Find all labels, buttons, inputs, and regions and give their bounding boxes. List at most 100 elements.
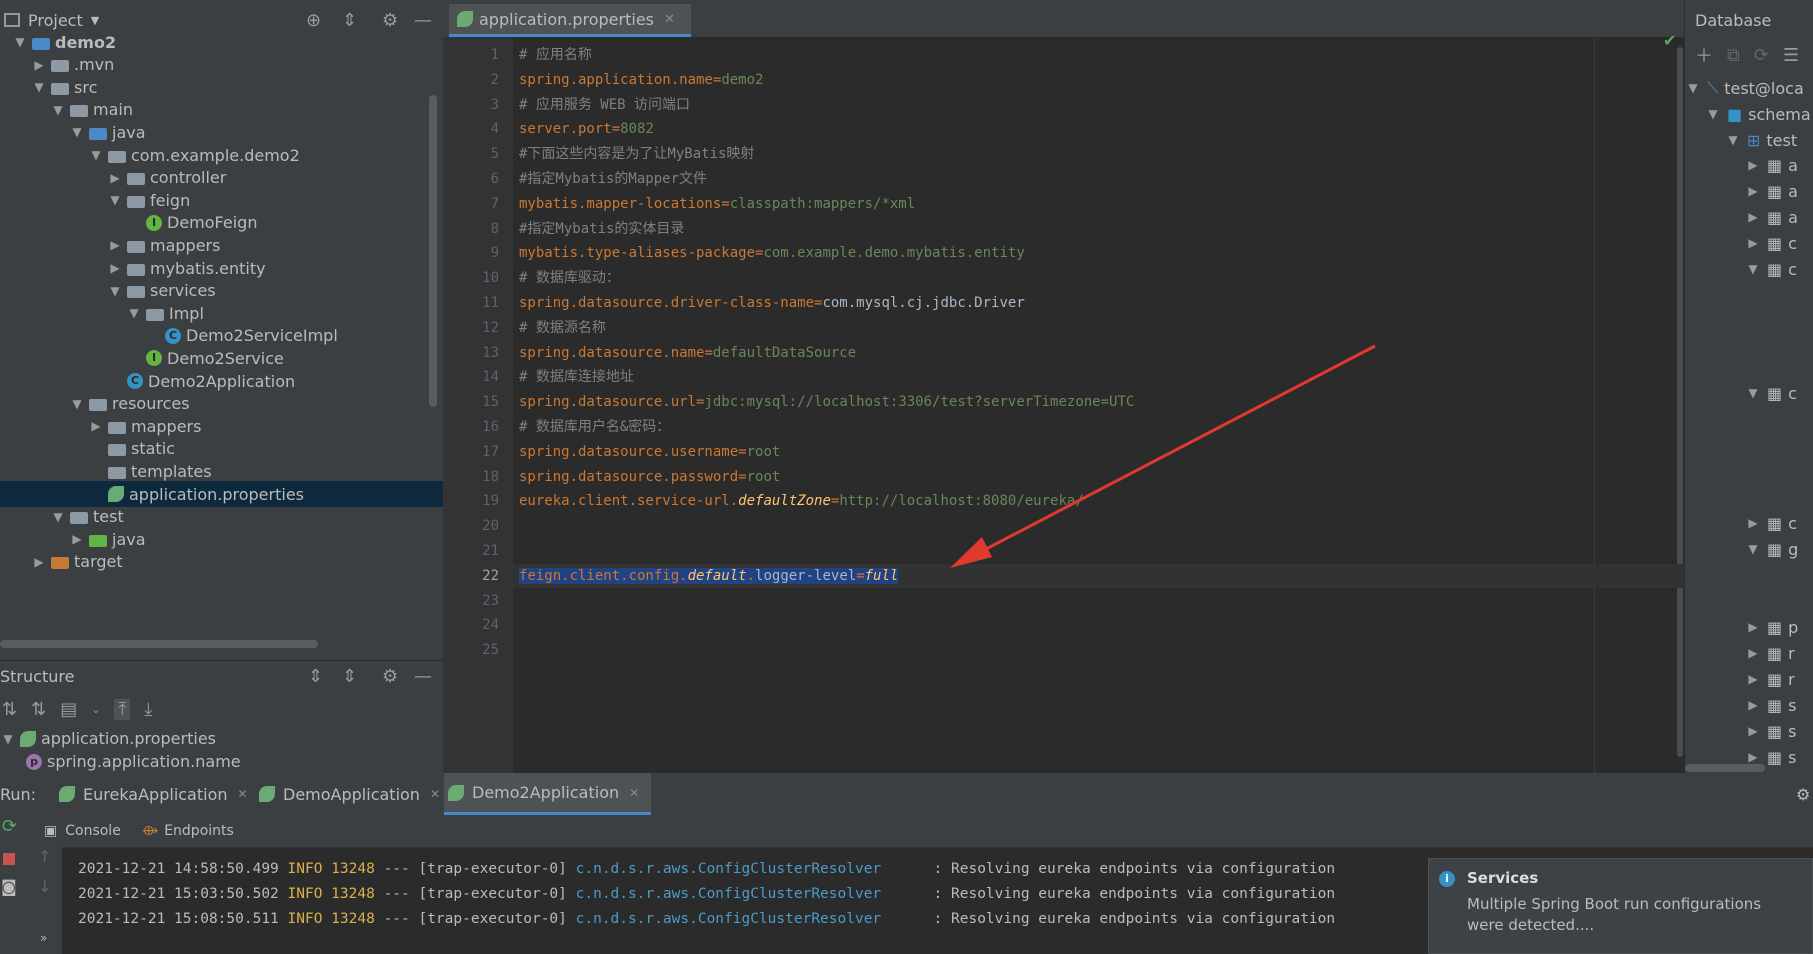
refresh-icon[interactable]: ⟳ [1754, 45, 1769, 66]
table-icon: ▦ [1767, 747, 1783, 767]
spring-boot-icon [259, 786, 275, 802]
console-icon: ▣ [44, 823, 58, 839]
chevron-right-icon[interactable]: ▶ [1745, 750, 1761, 764]
db-item-label: c [1788, 513, 1797, 533]
settings-icon[interactable]: ⚙ [1796, 785, 1810, 804]
db-table[interactable]: ▼ ▦ c [1685, 380, 1813, 406]
close-icon[interactable]: ✕ [430, 787, 440, 801]
chevron-right-icon[interactable]: ▶ [1745, 672, 1761, 686]
run-tab[interactable]: DemoApplication ✕ [255, 773, 452, 815]
run-label: Run: [0, 784, 37, 804]
chevron-down-icon[interactable]: ▼ [1705, 107, 1721, 121]
filter-icon[interactable]: ☰ [1783, 45, 1799, 66]
db-table[interactable]: ▶ ▦ p [1685, 614, 1813, 640]
chevron-right-icon[interactable]: ▶ [1745, 184, 1761, 198]
log-token: c.n.d.s.r.aws.ConfigClusterResolver [575, 911, 882, 927]
chevron-down-icon[interactable]: ▼ [1745, 262, 1761, 276]
run-tabs: Run: EurekaApplication ✕ DemoApplication ✕ D… [0, 773, 1813, 815]
log-token: 13248 [331, 886, 375, 902]
run-subtabs: ▣ Console ⟴ Endpoints [0, 815, 1813, 848]
chevron-right-icon[interactable]: ▶ [1745, 620, 1761, 634]
chevron-right-icon[interactable]: ▶ [1745, 516, 1761, 530]
endpoints-icon: ⟴ [142, 823, 159, 839]
db-table[interactable]: ▶ ▦ a [1685, 152, 1813, 178]
log-token: --- [trap-executor-0] [374, 886, 576, 902]
stop-icon[interactable] [3, 853, 15, 865]
table-icon: ▦ [1767, 233, 1783, 253]
notification-text-2: were detected.... [1467, 916, 1595, 934]
log-token: : Resolving eureka endpoints via configu… [881, 886, 1336, 902]
db-table[interactable]: ▼ ▦ c [1685, 256, 1813, 282]
db-schema[interactable]: ▼ ⊞ test [1685, 127, 1813, 153]
db-item-label: r [1788, 669, 1795, 689]
db-hscrollbar[interactable] [1685, 764, 1765, 772]
log-token: 2021-12-21 14:58:50.499 [78, 861, 288, 877]
db-item-label: s [1788, 747, 1797, 767]
table-icon: ▦ [1767, 207, 1783, 227]
db-item-label: a [1788, 155, 1798, 175]
db-connection[interactable]: ▼ ⟍ test@loca [1685, 75, 1813, 101]
log-token: 13248 [331, 861, 375, 877]
db-item-label: test@loca [1724, 78, 1804, 98]
chevron-right-icon[interactable]: ▶ [1745, 236, 1761, 250]
camera-icon[interactable]: ◙ [1, 877, 17, 896]
db-table[interactable]: ▶ ▦ s [1685, 692, 1813, 718]
db-item-label: test [1766, 130, 1798, 150]
database-header: Database [1685, 0, 1813, 40]
services-notification[interactable]: i Services Multiple Spring Boot run conf… [1428, 858, 1813, 954]
notification-title: Services [1467, 869, 1539, 887]
log-token [322, 886, 331, 902]
scroll-up-icon[interactable]: ↑ [38, 847, 51, 866]
rerun-icon[interactable]: ⟳ [2, 816, 17, 837]
chevron-down-icon[interactable]: ▼ [1745, 386, 1761, 400]
log-token: --- [trap-executor-0] [374, 911, 576, 927]
more-icon[interactable]: » [40, 931, 47, 945]
copy-icon[interactable]: ⧉ [1727, 45, 1740, 66]
log-token: 2021-12-21 15:03:50.502 [78, 886, 288, 902]
db-table[interactable]: ▶ ▦ s [1685, 718, 1813, 744]
log-token: 13248 [331, 911, 375, 927]
chevron-right-icon[interactable]: ▶ [1745, 210, 1761, 224]
run-tab[interactable]: Demo2Application ✕ [444, 773, 652, 815]
chevron-down-icon[interactable]: ▼ [1745, 542, 1761, 556]
log-line: 2021-12-21 15:03:50.502 INFO 13248 --- [… [78, 882, 1335, 907]
database-panel: Database ＋ ⧉ ⟳ ☰ ▼ ⟍ test@loca ▼ ■ schema ▼ ⊞ te… [1684, 0, 1813, 773]
scroll-down-icon[interactable]: ↓ [38, 877, 51, 896]
database-toolbar: ＋ ⧉ ⟳ ☰ [1685, 40, 1813, 70]
spring-boot-icon [448, 784, 464, 801]
log-token: : Resolving eureka endpoints via configu… [881, 861, 1336, 877]
db-table[interactable]: ▶ ▦ r [1685, 666, 1813, 692]
db-table[interactable]: ▶ ▦ c [1685, 230, 1813, 256]
db-item-label: p [1788, 617, 1799, 637]
endpoints-tab[interactable]: ⟴ Endpoints [142, 815, 234, 847]
db-item-label: c [1788, 259, 1797, 279]
db-table[interactable]: ▶ ▦ a [1685, 178, 1813, 204]
run-tab-label: DemoApplication [283, 784, 420, 804]
db-table[interactable]: ▼ ▦ g [1685, 536, 1813, 562]
console-tab[interactable]: ▣ Console [44, 815, 121, 847]
db-item-label: a [1788, 207, 1798, 227]
table-icon: ▦ [1767, 383, 1783, 403]
add-icon[interactable]: ＋ [1695, 42, 1713, 68]
schema-icon: ■ [1727, 104, 1743, 124]
chevron-right-icon[interactable]: ▶ [1745, 698, 1761, 712]
log-line: 2021-12-21 15:08:50.511 INFO 13248 --- [… [78, 907, 1335, 932]
info-icon: i [1439, 871, 1455, 887]
log-token: INFO [287, 886, 323, 902]
run-toolbar: ⟳ ↑ ◙ ↓ » [0, 816, 62, 954]
notification-text-1: Multiple Spring Boot run configurations [1467, 895, 1762, 913]
chevron-down-icon[interactable]: ▼ [1685, 81, 1701, 95]
chevron-down-icon[interactable]: ▼ [1725, 133, 1741, 147]
chevron-right-icon[interactable]: ▶ [1745, 724, 1761, 738]
db-schemas[interactable]: ▼ ■ schema [1685, 101, 1813, 127]
close-icon[interactable]: ✕ [238, 787, 248, 801]
chevron-right-icon[interactable]: ▶ [1745, 158, 1761, 172]
db-table[interactable]: ▶ ▦ r [1685, 640, 1813, 666]
close-icon[interactable]: ✕ [629, 786, 639, 800]
log-token: INFO [287, 911, 323, 927]
run-tab[interactable]: EurekaApplication ✕ [55, 773, 260, 815]
db-table[interactable]: ▶ ▦ c [1685, 510, 1813, 536]
chevron-right-icon[interactable]: ▶ [1745, 646, 1761, 660]
spring-boot-icon [59, 786, 75, 802]
db-table[interactable]: ▶ ▦ a [1685, 204, 1813, 230]
